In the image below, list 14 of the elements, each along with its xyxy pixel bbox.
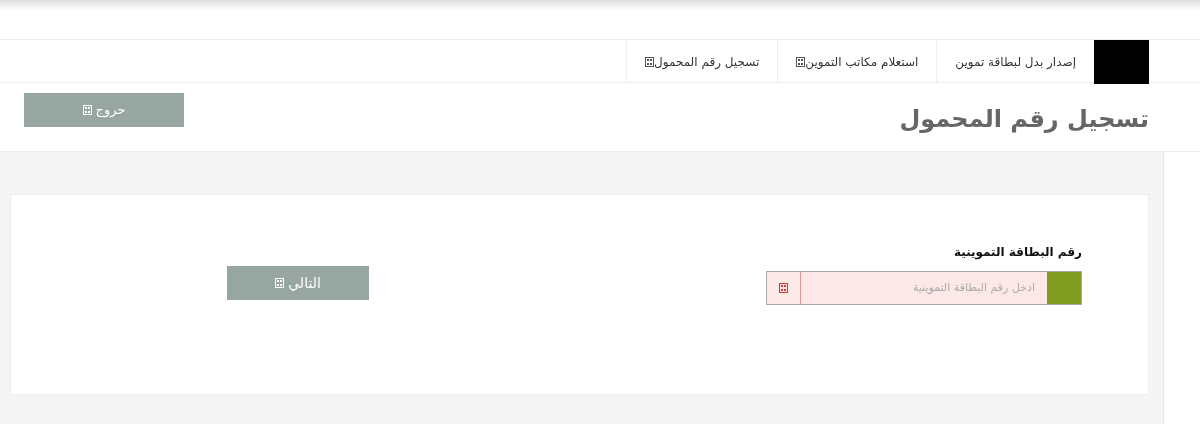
field-label: رقم البطاقة التموينية xyxy=(953,244,1082,261)
nav-tab[interactable]: إصدار بدل لبطاقة تموين xyxy=(936,40,1094,83)
glyph-box-icon xyxy=(796,56,806,67)
nav-tab[interactable]: تسجيل رقم المحمول xyxy=(626,40,778,83)
glyph-box-icon xyxy=(275,278,285,288)
glyph-box-icon xyxy=(645,56,655,67)
field-addon xyxy=(1047,272,1081,304)
input-group[interactable]: ادخل رقم البطاقة التموينية xyxy=(766,271,1082,305)
glyph-box-icon xyxy=(779,283,788,293)
nav-tab[interactable]: استعلام مكاتب التموين xyxy=(777,40,937,83)
logo-block xyxy=(1094,40,1149,84)
glyph-box-icon xyxy=(82,105,92,115)
page-title: تسجيل رقم المحمول xyxy=(899,105,1149,134)
card-number-field[interactable]: ادخل رقم البطاقة التموينية xyxy=(801,272,1047,304)
